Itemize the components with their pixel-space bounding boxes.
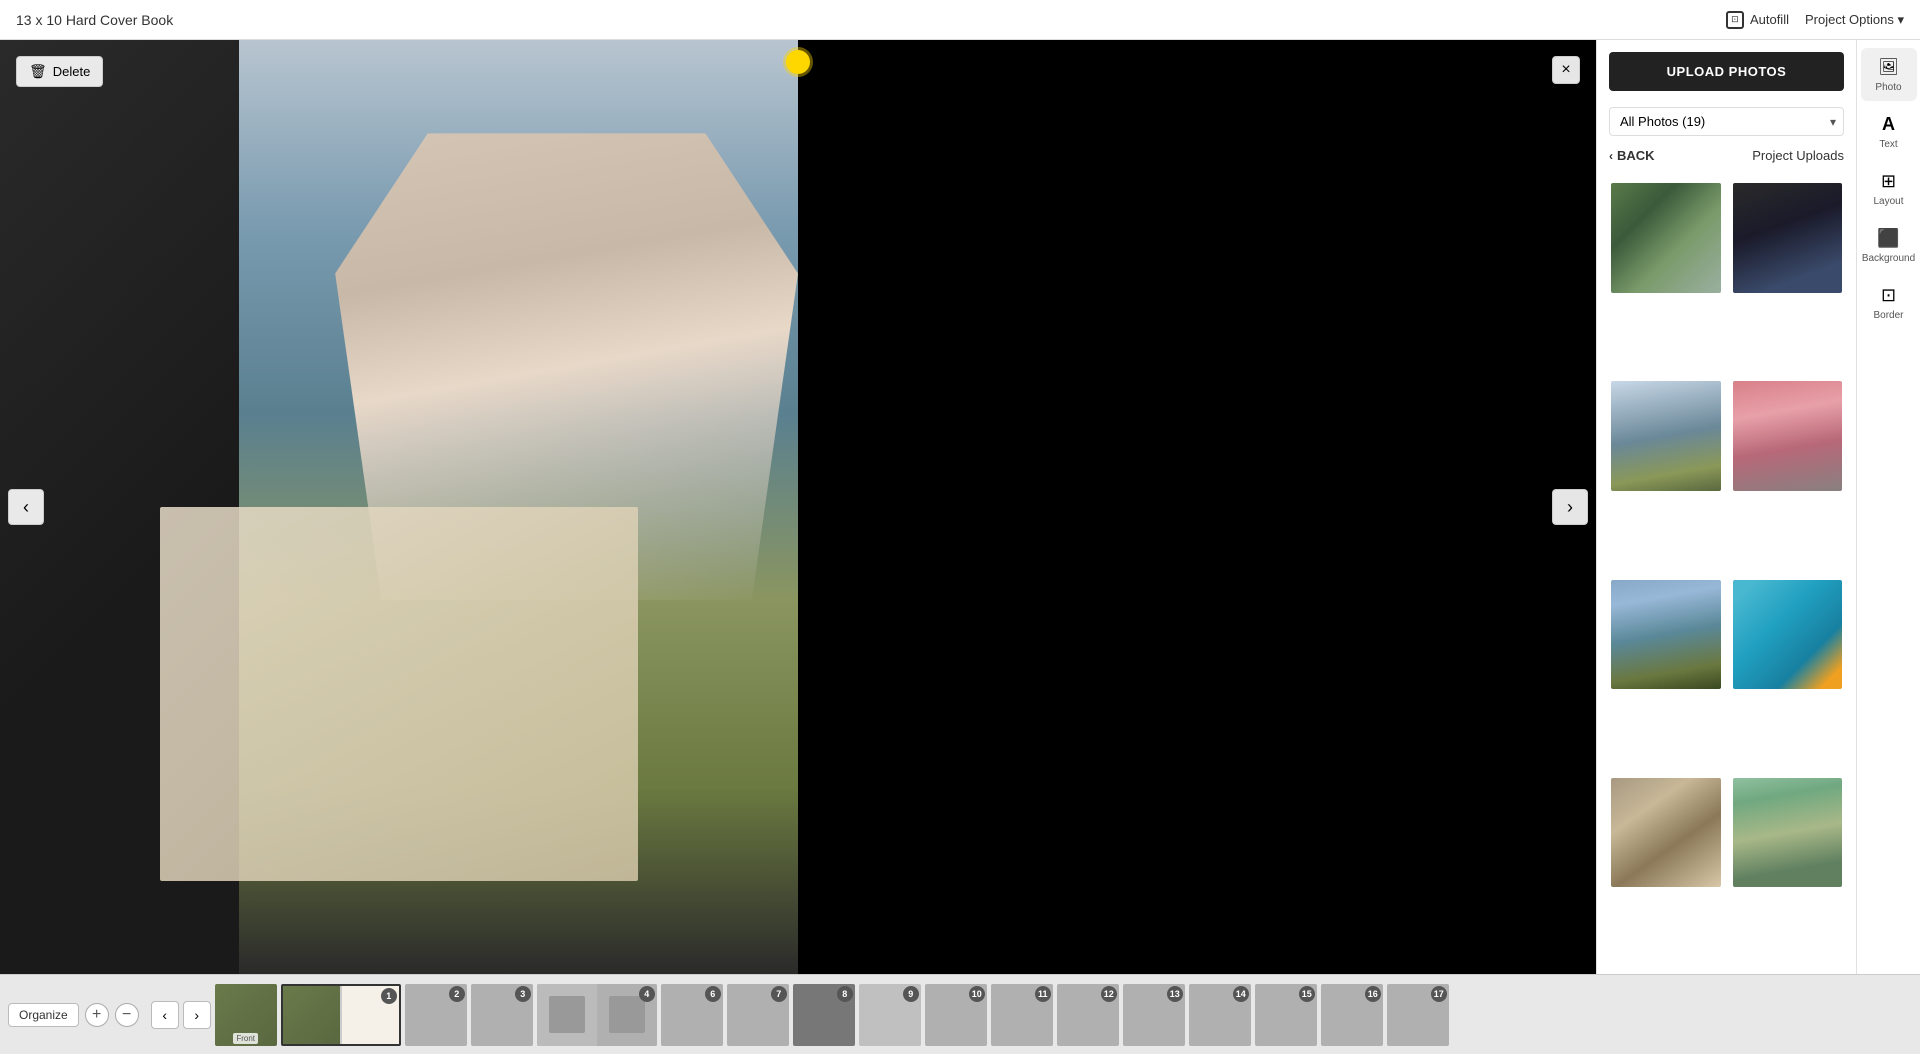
page-num-badge-1: 1 (381, 988, 397, 1004)
layout-tool-icon: ⊞ (1878, 170, 1900, 192)
remove-page-button[interactable]: − (115, 1003, 139, 1027)
page-num-badge-2: 2 (449, 986, 465, 1002)
trash-icon: 🗑 (29, 63, 47, 80)
autofill-button[interactable]: ⊡ Autofill (1726, 11, 1789, 29)
filmstrip-page-13[interactable]: 13 (1123, 984, 1185, 1046)
photos-grid (1597, 173, 1856, 974)
filmstrip-pages: Front 1 2 3 4 (215, 984, 1912, 1046)
tool-layout[interactable]: ⊞ Layout (1861, 162, 1917, 215)
front-page-label: Front (233, 1033, 258, 1044)
page-num-badge-7: 7 (771, 986, 787, 1002)
chevron-left-icon: ‹ (23, 497, 29, 518)
autofill-icon: ⊡ (1726, 11, 1744, 29)
tool-text[interactable]: A Text (1861, 105, 1917, 158)
filter-select-wrapper: All Photos (19) Project Uploads (1609, 107, 1844, 136)
photo-thumb-7[interactable] (1609, 776, 1723, 890)
delete-button[interactable]: 🗑 Delete (16, 56, 103, 87)
filter-row: All Photos (19) Project Uploads (1597, 103, 1856, 144)
border-tool-icon: ⊡ (1878, 284, 1900, 306)
tool-photo[interactable]: 🖼 Photo (1861, 48, 1917, 101)
upload-photos-button[interactable]: UPLOAD PHOTOS (1609, 52, 1844, 91)
page-num-badge-12: 12 (1101, 986, 1117, 1002)
organize-button[interactable]: Organize (8, 1003, 79, 1027)
page-num-badge-13: 13 (1167, 986, 1183, 1002)
header: 13 x 10 Hard Cover Book ⊡ Autofill Proje… (0, 0, 1920, 40)
filmstrip-page-11[interactable]: 11 (991, 984, 1053, 1046)
background-tool-label: Background (1862, 253, 1915, 264)
photo-thumb-1[interactable] (1609, 181, 1723, 295)
book-spread (0, 40, 1596, 974)
filmstrip-page-14[interactable]: 14 (1189, 984, 1251, 1046)
chevron-right-icon: › (1567, 497, 1573, 518)
photo-thumb-2[interactable] (1731, 181, 1845, 295)
page-left[interactable] (0, 40, 798, 974)
filmstrip-controls: Organize + − (8, 1003, 139, 1027)
text-tool-label: Text (1879, 139, 1897, 150)
tool-background[interactable]: ⬛ Background (1861, 219, 1917, 272)
filmstrip-page-3[interactable]: 3 (471, 984, 533, 1046)
back-button[interactable]: ‹ BACK (1609, 148, 1655, 163)
page-right[interactable] (798, 40, 1596, 974)
filmstrip-page-12[interactable]: 12 (1057, 984, 1119, 1046)
add-page-button[interactable]: + (85, 1003, 109, 1027)
photo-thumb-6[interactable] (1731, 578, 1845, 692)
tool-panel: 🖼 Photo A Text ⊞ Layout ⬛ Background ⊡ B… (1856, 40, 1920, 974)
next-page-button[interactable]: › (1552, 489, 1588, 525)
tool-border[interactable]: ⊡ Border (1861, 276, 1917, 329)
filmstrip-page-17[interactable]: 17 (1387, 984, 1449, 1046)
photos-panel: UPLOAD PHOTOS All Photos (19) Project Up… (1596, 40, 1856, 974)
filmstrip-next-button[interactable]: › (183, 1001, 211, 1029)
project-options-button[interactable]: Project Options ▾ (1805, 12, 1904, 28)
border-tool-label: Border (1873, 310, 1903, 321)
filmstrip: Organize + − ‹ › Front 1 2 3 4 (0, 974, 1920, 1054)
photo-thumb-4[interactable] (1731, 379, 1845, 493)
background-tool-icon: ⬛ (1878, 227, 1900, 249)
filmstrip-page-9[interactable]: 9 (859, 984, 921, 1046)
page-num-badge-14: 14 (1233, 986, 1249, 1002)
project-uploads-label: Project Uploads (1752, 148, 1844, 163)
text-tool-icon: A (1878, 113, 1900, 135)
photo-placeholder (0, 40, 798, 974)
page-num-badge-6: 6 (705, 986, 721, 1002)
filmstrip-page-6[interactable]: 6 (661, 984, 723, 1046)
page-num-badge-15: 15 (1299, 986, 1315, 1002)
page-num-badge-3: 3 (515, 986, 531, 1002)
back-row: ‹ BACK Project Uploads (1597, 144, 1856, 173)
filmstrip-page-4-5[interactable]: 4 (537, 984, 657, 1046)
page-num-badge-16: 16 (1365, 986, 1381, 1002)
page-num-badge-11: 11 (1035, 986, 1051, 1002)
page-num-badge-4: 4 (639, 986, 655, 1002)
photos-filter-select[interactable]: All Photos (19) Project Uploads (1609, 107, 1844, 136)
photo-map-detail (160, 507, 639, 881)
filmstrip-page-1[interactable]: 1 (281, 984, 401, 1046)
photo-thumb-3[interactable] (1609, 379, 1723, 493)
filmstrip-page-2[interactable]: 2 (405, 984, 467, 1046)
close-button[interactable]: × (1552, 56, 1580, 84)
header-actions: ⊡ Autofill Project Options ▾ (1726, 11, 1904, 29)
filmstrip-page-8[interactable]: 8 (793, 984, 855, 1046)
filmstrip-page-7[interactable]: 7 (727, 984, 789, 1046)
filmstrip-navigation: ‹ › (151, 1001, 211, 1029)
page-num-badge-17: 17 (1431, 986, 1447, 1002)
page-num-badge-10: 10 (969, 986, 985, 1002)
main-layout: 🗑 Delete × ‹ › (0, 40, 1920, 974)
filmstrip-page-front[interactable]: Front (215, 984, 277, 1046)
prev-page-button[interactable]: ‹ (8, 489, 44, 525)
filmstrip-prev-button[interactable]: ‹ (151, 1001, 179, 1029)
photo-tool-label: Photo (1875, 82, 1901, 93)
filmstrip-page-16[interactable]: 16 (1321, 984, 1383, 1046)
canvas-area: 🗑 Delete × ‹ › (0, 40, 1596, 974)
photo-thumb-8[interactable] (1731, 776, 1845, 890)
page-num-badge-8: 8 (837, 986, 853, 1002)
photo-tool-icon: 🖼 (1878, 56, 1900, 78)
filmstrip-page-10[interactable]: 10 (925, 984, 987, 1046)
back-chevron-icon: ‹ (1609, 149, 1613, 163)
filmstrip-page-15[interactable]: 15 (1255, 984, 1317, 1046)
layout-tool-label: Layout (1873, 196, 1903, 207)
photo-thumb-5[interactable] (1609, 578, 1723, 692)
page-num-badge-9: 9 (903, 986, 919, 1002)
page-title: 13 x 10 Hard Cover Book (16, 12, 173, 28)
